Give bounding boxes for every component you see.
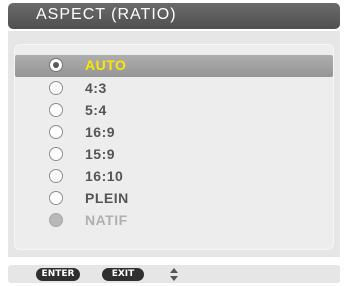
footer-inner: ENTER EXIT bbox=[8, 265, 340, 283]
option-16-10[interactable]: 16:10 bbox=[15, 166, 333, 188]
option-label: 16:10 bbox=[85, 168, 124, 184]
menu-title: ASPECT (RATIO) bbox=[36, 6, 177, 23]
option-label: 4:3 bbox=[85, 80, 107, 96]
option-label: NATIF bbox=[85, 212, 128, 228]
radio-icon bbox=[49, 169, 63, 183]
radio-icon bbox=[49, 103, 63, 117]
option-15-9[interactable]: 15:9 bbox=[15, 144, 333, 166]
footer-bar: ENTER EXIT bbox=[0, 259, 349, 286]
option-label: AUTO bbox=[85, 57, 127, 73]
radio-selected-icon bbox=[49, 58, 63, 72]
option-auto[interactable]: AUTO bbox=[15, 55, 333, 77]
radio-icon bbox=[49, 191, 63, 205]
radio-disabled-icon bbox=[49, 213, 63, 227]
menu-body: AUTO 4:3 5:4 16:9 15:9 16:10 PLEIN NATIF bbox=[8, 31, 340, 257]
radio-icon bbox=[49, 125, 63, 139]
option-label: 15:9 bbox=[85, 146, 116, 162]
up-down-arrows-icon bbox=[170, 268, 178, 281]
option-natif: NATIF bbox=[15, 210, 333, 232]
exit-button[interactable]: EXIT bbox=[102, 268, 144, 281]
option-list: AUTO 4:3 5:4 16:9 15:9 16:10 PLEIN NATIF bbox=[14, 44, 334, 250]
option-16-9[interactable]: 16:9 bbox=[15, 122, 333, 144]
option-4-3[interactable]: 4:3 bbox=[15, 78, 333, 100]
radio-icon bbox=[49, 147, 63, 161]
title-bar: ASPECT (RATIO) bbox=[8, 3, 340, 29]
enter-button[interactable]: ENTER bbox=[36, 268, 80, 281]
option-5-4[interactable]: 5:4 bbox=[15, 100, 333, 122]
option-label: 16:9 bbox=[85, 124, 116, 140]
option-plein[interactable]: PLEIN bbox=[15, 188, 333, 210]
aspect-ratio-menu: ASPECT (RATIO) AUTO 4:3 5:4 16:9 15:9 16… bbox=[0, 0, 349, 286]
option-label: 5:4 bbox=[85, 102, 107, 118]
option-label: PLEIN bbox=[85, 190, 129, 206]
radio-icon bbox=[49, 81, 63, 95]
